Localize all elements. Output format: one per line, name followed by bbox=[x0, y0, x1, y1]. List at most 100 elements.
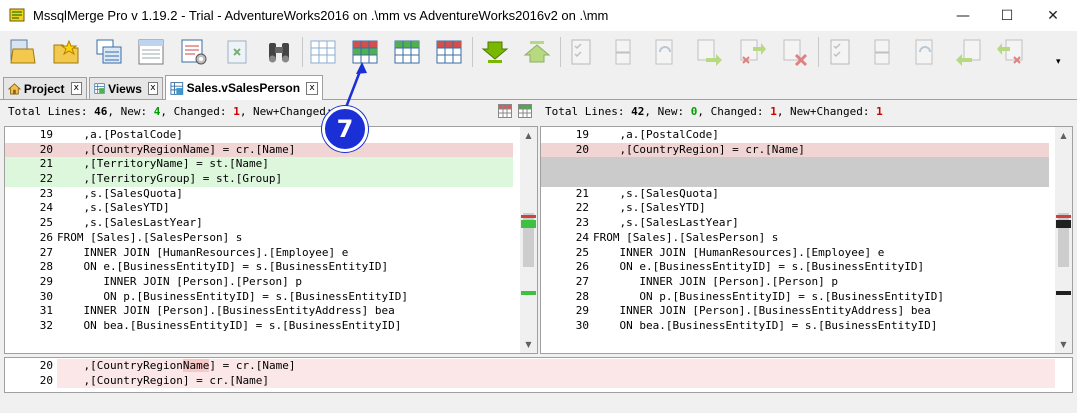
code-line[interactable]: 25 ,s.[SalesLastYear] bbox=[5, 216, 513, 231]
code-line[interactable]: 24 FROM [Sales].[SalesPerson] s bbox=[541, 231, 1049, 246]
code-line-changed[interactable]: 20 ,[CountryRegionName] = cr.[Name] bbox=[5, 142, 513, 158]
delete-right-button[interactable] bbox=[778, 35, 812, 69]
tab-strip: Project x Views x Sales.vSalesPerson x bbox=[0, 73, 1077, 100]
code-line[interactable]: 31 INNER JOIN [Person].[BusinessEntityAd… bbox=[5, 304, 513, 319]
select-button[interactable] bbox=[134, 35, 168, 69]
callout-badge: 7 bbox=[322, 106, 368, 152]
line-text: INNER JOIN [Person].[BusinessEntityAddre… bbox=[593, 304, 931, 318]
open-project-button[interactable] bbox=[49, 35, 83, 69]
scroll-up-button[interactable]: ▲ bbox=[520, 127, 537, 144]
line-text: INNER JOIN [Person].[Person] p bbox=[57, 274, 303, 288]
line-number: 25 bbox=[575, 245, 589, 259]
highlighted-diff: Name bbox=[182, 359, 210, 372]
copy-right-button[interactable] bbox=[692, 35, 726, 69]
line-detail-code: 20 ,[CountryRegionName] = cr.[Name] 20 ,… bbox=[5, 359, 1055, 389]
code-line[interactable]: 19 ,a.[PostalCode] bbox=[541, 128, 1049, 143]
code-line-added[interactable]: 22 ,[TerritoryGroup] = st.[Group] bbox=[5, 172, 513, 187]
refresh-doc-button[interactable] bbox=[648, 35, 682, 69]
code-line[interactable]: 32 ON bea.[BusinessEntityID] = s.[Busine… bbox=[5, 319, 513, 334]
line-number: 28 bbox=[39, 260, 53, 274]
detail-line-left[interactable]: 20 ,[CountryRegionName] = cr.[Name] bbox=[5, 359, 1055, 374]
code-line[interactable]: 23 ,s.[SalesQuota] bbox=[5, 187, 513, 202]
toolbar-overflow-button[interactable]: ▾ bbox=[1056, 56, 1061, 67]
next-diff-button[interactable] bbox=[478, 35, 512, 69]
line-number bbox=[541, 157, 593, 186]
text-segment: ,[CountryRegion bbox=[57, 359, 183, 372]
code-line[interactable]: 28 ON e.[BusinessEntityID] = s.[Business… bbox=[5, 260, 513, 275]
move-right-button[interactable] bbox=[735, 35, 769, 69]
line-number: 20 bbox=[39, 142, 53, 156]
window-title: MssqlMerge Pro v 1.19.2 - Trial - Advent… bbox=[33, 8, 609, 23]
line-detail-pane[interactable]: 20 ,[CountryRegionName] = cr.[Name] 20 ,… bbox=[4, 357, 1073, 393]
scroll-down-button[interactable]: ▼ bbox=[520, 336, 537, 353]
code-line[interactable]: 26 ON e.[BusinessEntityID] = s.[Business… bbox=[541, 260, 1049, 275]
page-button[interactable] bbox=[607, 35, 641, 69]
code-line[interactable]: 19 ,a.[PostalCode] bbox=[5, 128, 513, 143]
line-text: ,a.[PostalCode] bbox=[593, 128, 719, 141]
left-code-pane[interactable]: 19 ,a.[PostalCode] 20 ,[CountryRegionNam… bbox=[4, 126, 538, 354]
line-text: ON e.[BusinessEntityID] = s.[BusinessEnt… bbox=[593, 260, 925, 274]
code-line[interactable]: 26 FROM [Sales].[SalesPerson] s bbox=[5, 231, 513, 246]
tab-close-button[interactable]: x bbox=[70, 82, 82, 95]
right-code-pane[interactable]: 19 ,a.[PostalCode] 20 ,[CountryRegion] =… bbox=[540, 126, 1073, 354]
line-number: 29 bbox=[39, 274, 53, 288]
grid-view-button[interactable] bbox=[306, 35, 340, 69]
close-button[interactable]: ✕ bbox=[1030, 0, 1076, 31]
line-number: 23 bbox=[575, 216, 589, 230]
line-number: 26 bbox=[39, 230, 53, 244]
scroll-up-button[interactable]: ▲ bbox=[1055, 127, 1072, 144]
code-line[interactable]: 27 INNER JOIN [HumanResources].[Employee… bbox=[5, 246, 513, 261]
checklist-icon bbox=[571, 39, 591, 65]
grid-diff-button[interactable] bbox=[432, 35, 466, 69]
move-left-button[interactable] bbox=[994, 35, 1028, 69]
code-line[interactable]: 30 ON p.[BusinessEntityID] = s.[Business… bbox=[5, 290, 513, 305]
open-project-icon bbox=[53, 39, 79, 64]
minimize-button[interactable]: — bbox=[940, 0, 986, 31]
tab-close-button[interactable]: x bbox=[147, 82, 158, 95]
page-left-button[interactable] bbox=[866, 35, 900, 69]
code-line[interactable]: 21 ,s.[SalesQuota] bbox=[541, 187, 1049, 202]
copy-left-button[interactable] bbox=[952, 35, 986, 69]
code-line[interactable]: 22 ,s.[SalesYTD] bbox=[541, 201, 1049, 216]
diff-marker-gap bbox=[1056, 220, 1071, 228]
copy-left-icon bbox=[956, 39, 981, 66]
detail-line-right[interactable]: 20 ,[CountryRegion] = cr.[Name] bbox=[5, 373, 1055, 389]
code-line[interactable]: 24 ,s.[SalesYTD] bbox=[5, 201, 513, 216]
grid-new-icon bbox=[352, 40, 378, 64]
code-line-added[interactable]: 21 ,[TerritoryName] = st.[Name] bbox=[5, 157, 513, 173]
find-button[interactable] bbox=[262, 35, 296, 69]
grid-changed-icon bbox=[394, 40, 420, 64]
line-number: 21 bbox=[575, 186, 589, 200]
tab-sales-vsalesperson[interactable]: Sales.vSalesPerson x bbox=[165, 75, 323, 100]
tab-project[interactable]: Project x bbox=[3, 77, 87, 99]
grid-new-button[interactable] bbox=[348, 35, 382, 69]
code-line[interactable]: 23 ,s.[SalesLastYear] bbox=[541, 216, 1049, 231]
tab-label: Sales.vSalesPerson bbox=[186, 81, 301, 95]
compare-objects-button[interactable] bbox=[92, 35, 126, 69]
scroll-down-button[interactable]: ▼ bbox=[1055, 336, 1072, 353]
tab-close-button[interactable]: x bbox=[306, 81, 318, 95]
maximize-button[interactable]: ☐ bbox=[984, 0, 1030, 31]
code-line[interactable]: 29 INNER JOIN [Person].[BusinessEntityAd… bbox=[541, 304, 1049, 319]
export-button[interactable] bbox=[220, 35, 254, 69]
line-text: ON p.[BusinessEntityID] = s.[BusinessEnt… bbox=[57, 289, 408, 303]
layout-toggle-icon[interactable] bbox=[518, 104, 532, 118]
copy-check-button[interactable] bbox=[565, 35, 599, 69]
prev-diff-button[interactable] bbox=[520, 35, 554, 69]
code-line[interactable]: 30 ON bea.[BusinessEntityID] = s.[Busine… bbox=[541, 319, 1049, 334]
code-line[interactable]: 28 ON p.[BusinessEntityID] = s.[Business… bbox=[541, 290, 1049, 305]
code-line-changed[interactable]: 20 ,[CountryRegion] = cr.[Name] bbox=[541, 142, 1049, 158]
open-folder-button[interactable] bbox=[6, 35, 40, 69]
code-line[interactable]: 29 INNER JOIN [Person].[Person] p bbox=[5, 275, 513, 290]
grid-changed-button[interactable] bbox=[390, 35, 424, 69]
copy-check-left-button[interactable] bbox=[824, 35, 858, 69]
code-line[interactable]: 27 INNER JOIN [Person].[Person] p bbox=[541, 275, 1049, 290]
code-line[interactable]: 25 INNER JOIN [HumanResources].[Employee… bbox=[541, 246, 1049, 261]
left-vertical-scrollbar[interactable]: ▲ ▼ bbox=[520, 127, 537, 353]
settings-button[interactable] bbox=[177, 35, 211, 69]
refresh-doc-left-button[interactable] bbox=[908, 35, 942, 69]
sync-scroll-icon[interactable] bbox=[498, 104, 512, 118]
right-vertical-scrollbar[interactable]: ▲ ▼ bbox=[1055, 127, 1072, 353]
tab-views[interactable]: Views x bbox=[89, 77, 163, 99]
horizontal-scrollbar[interactable] bbox=[0, 394, 1077, 411]
